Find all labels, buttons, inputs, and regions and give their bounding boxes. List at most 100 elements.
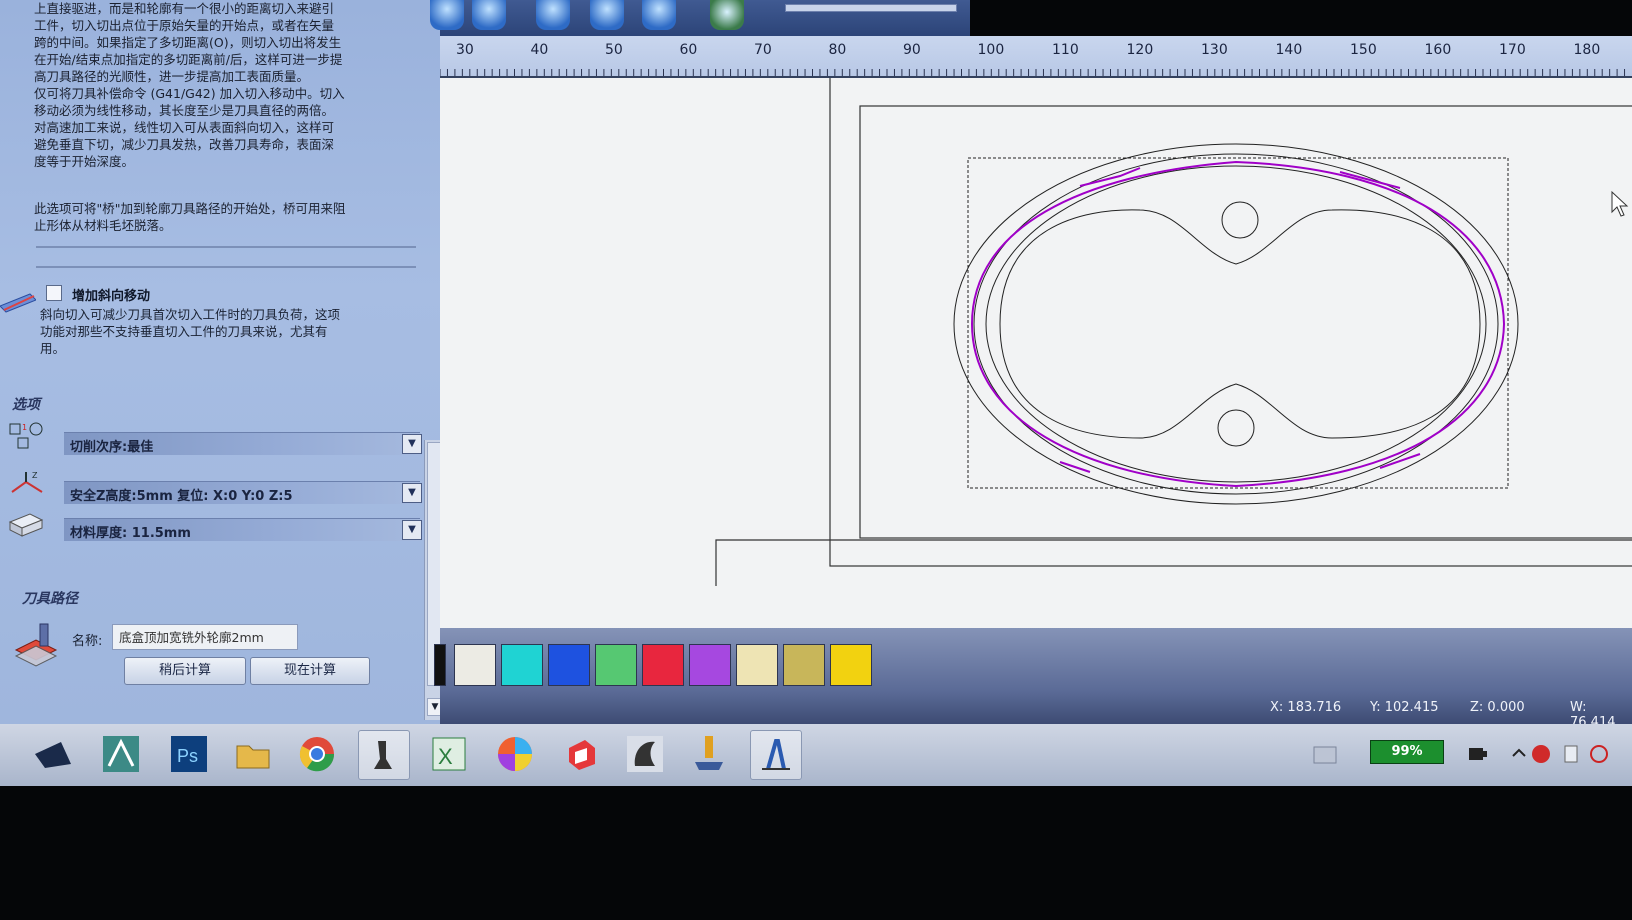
network-icon[interactable] (1300, 730, 1350, 778)
ruler-tick-label: 80 (828, 42, 847, 58)
ruler-tick-label: 140 (1275, 42, 1303, 58)
toolpath-bridges (1059, 167, 1421, 473)
material-thickness-value: 材料厚度: 11.5mm (70, 526, 191, 541)
color-swatch[interactable] (501, 644, 543, 686)
artcam-icon[interactable] (96, 730, 146, 778)
color-swatch[interactable] (783, 644, 825, 686)
toolpath-stack-icon (14, 623, 58, 667)
ruler-tick-label: 170 (1499, 42, 1526, 58)
add-ramp-checkbox[interactable] (46, 285, 62, 301)
photoshop-icon[interactable]: Ps (164, 730, 214, 778)
ruler-tick-label: 110 (1052, 42, 1079, 58)
cnc-tool-icon[interactable] (358, 730, 410, 780)
cursor-x-readout: X: 183.716 (1270, 700, 1342, 715)
ruler-tick-label: 60 (679, 42, 698, 58)
ruler-tick-label: 30 (456, 42, 474, 58)
job-boundary (859, 105, 1632, 539)
cursor-z-readout: Z: 0.000 (1470, 700, 1525, 715)
divider (36, 246, 416, 248)
taskbar: Ps X 99% (0, 724, 1632, 786)
sketchup-icon[interactable] (556, 730, 606, 778)
cursor-y-readout: Y: 102.415 (1370, 700, 1439, 715)
ruler-tick-label: 130 (1201, 42, 1228, 58)
inner-contour[interactable] (985, 165, 1487, 483)
add-ramp-label: 增加斜向移动 (72, 289, 151, 304)
cut-order-icon: 1 (9, 422, 43, 449)
page-edge (715, 539, 1632, 586)
3d-view-icon[interactable] (710, 0, 744, 30)
options-section-title: 选项 (12, 397, 40, 413)
zoom-actual-size-icon[interactable] (536, 0, 570, 30)
ruler-tick-label: 100 (977, 42, 1005, 58)
toolpath-settings-panel: 上直接驱进，而是和轮廓有一个很小的距离切入来避引 工件，切入切出点位于原始矢量的… (0, 0, 440, 724)
zoom-fit-icon[interactable] (642, 0, 676, 30)
zoom-icon[interactable] (430, 0, 464, 30)
hole-top[interactable] (1221, 201, 1259, 239)
folder-icon[interactable] (228, 730, 278, 778)
zoom-box-icon[interactable] (590, 0, 624, 30)
aspire-icon[interactable] (750, 730, 802, 780)
material-boundary (829, 75, 1632, 567)
color-swatch[interactable] (595, 644, 637, 686)
calculate-now-button[interactable]: 现在计算 (250, 657, 370, 685)
ramp-description: 斜向切入可减少刀具首次切入工件时的刀具负荷，这项 功能对那些不支持垂直切入工件的… (40, 307, 341, 356)
volume-icon[interactable] (1574, 730, 1624, 778)
color-swatch[interactable] (434, 644, 446, 686)
svg-text:Z: Z (32, 471, 38, 480)
ruler-tick-label: 180 (1573, 42, 1601, 58)
ruler-tick-label: 150 (1350, 42, 1377, 58)
ruler-tick-label: 160 (1424, 42, 1452, 58)
start-icon[interactable] (28, 730, 78, 778)
lead-in-description: 上直接驱进，而是和轮廓有一个很小的距离切入来避引 工件，切入切出点位于原始矢量的… (34, 1, 345, 169)
svg-text:X: X (438, 744, 453, 769)
toolpath-line[interactable] (970, 160, 1506, 488)
svg-text:Ps: Ps (177, 746, 198, 766)
material-thickness-dropdown[interactable]: 材料厚度: 11.5mm ▼ (64, 518, 422, 541)
color-swatch[interactable] (454, 644, 496, 686)
chevron-down-icon[interactable]: ▼ (402, 434, 422, 454)
color-swatch[interactable] (830, 644, 872, 686)
status-bar: X: 183.716 Y: 102.415 Z: 0.000 W: 76.414 (440, 692, 1632, 730)
svg-text:1: 1 (22, 423, 27, 432)
mouse-cursor-icon (1611, 190, 1629, 217)
vcarve-icon[interactable] (684, 730, 734, 778)
ruler-tick-label: 40 (530, 42, 549, 58)
horizontal-ruler: 30 40 50 60 70 80 90 100 110 120 130 140 150 160 170 18… (440, 36, 1632, 78)
toolpath-section-title: 刀具路径 (22, 591, 78, 607)
zoom-previous-icon[interactable] (472, 0, 506, 30)
safe-z-value: 安全Z高度:5mm 复位: X:0 Y:0 Z:5 (70, 489, 293, 504)
chevron-down-icon[interactable]: ▼ (402, 520, 422, 540)
ruler-tick-label: 90 (903, 42, 921, 58)
ruler-tick-label: 50 (605, 42, 623, 58)
scroll-down-icon[interactable]: ▼ (427, 698, 440, 716)
ruler-tick-label: 120 (1126, 42, 1154, 58)
battery-indicator[interactable]: 99% (1370, 740, 1444, 764)
vector-drawing (715, 75, 1632, 586)
ruler-tick-label: 70 (754, 42, 772, 58)
material-thickness-icon (8, 513, 44, 537)
excel-icon[interactable]: X (424, 730, 474, 778)
color-wheel-icon[interactable] (490, 730, 540, 778)
cut-order-dropdown[interactable]: 切削次序:最佳 ▼ (64, 432, 422, 455)
safe-z-icon: Z (11, 471, 43, 493)
hole-bottom[interactable] (1217, 409, 1255, 447)
chrome-icon[interactable] (292, 730, 342, 778)
3d-model-icon[interactable] (620, 730, 670, 778)
cavity-shape[interactable] (999, 209, 1481, 439)
color-swatch[interactable] (736, 644, 778, 686)
toolpath-name-label: 名称: (72, 634, 103, 649)
bridge-description: 此选项可将"桥"加到轮廓刀具路径的开始处，桥可用来阻 止形体从材料毛坯脱落。 (34, 201, 346, 233)
toolpath-name-input[interactable]: 底盒顶加宽铣外轮廓2mm (112, 624, 298, 650)
zoom-slider[interactable] (785, 4, 957, 12)
color-swatch[interactable] (689, 644, 731, 686)
safe-z-dropdown[interactable]: 安全Z高度:5mm 复位: X:0 Y:0 Z:5 ▼ (64, 481, 422, 504)
chevron-down-icon[interactable]: ▼ (402, 483, 422, 503)
color-swatch[interactable] (642, 644, 684, 686)
view-toolbar (430, 0, 970, 36)
drawing-canvas[interactable] (440, 75, 1632, 628)
color-swatch[interactable] (548, 644, 590, 686)
calculate-later-button[interactable]: 稍后计算 (124, 657, 246, 685)
outer-contour[interactable] (953, 143, 1519, 505)
divider (36, 266, 416, 268)
screen-bezel (0, 786, 1632, 920)
